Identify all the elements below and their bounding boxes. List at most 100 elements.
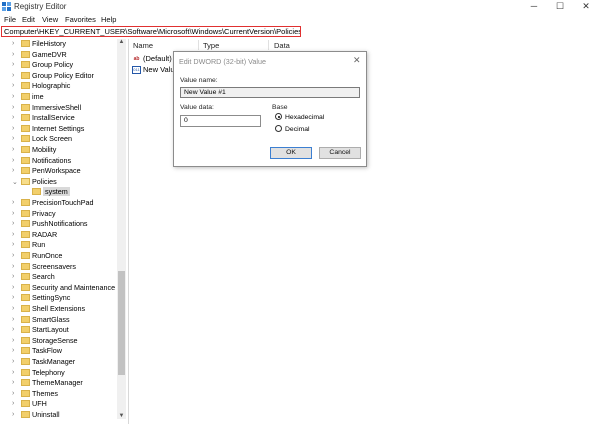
tree-item[interactable]: › ImmersiveShell — [0, 103, 116, 114]
tree-scrollbar[interactable]: ▲ ▼ — [117, 39, 126, 419]
chevron-right-icon[interactable]: › — [12, 146, 14, 153]
chevron-right-icon[interactable]: › — [12, 358, 14, 365]
tree-item[interactable]: › StartLayout — [0, 325, 116, 336]
chevron-right-icon[interactable]: › — [12, 263, 14, 270]
tree-item[interactable]: › Group Policy — [0, 60, 116, 71]
chevron-right-icon[interactable]: › — [12, 284, 14, 291]
chevron-right-icon[interactable]: › — [12, 135, 14, 142]
tree-item[interactable]: › Shell Extensions — [0, 304, 116, 315]
menu-edit[interactable]: Edit — [22, 15, 35, 24]
tree-item[interactable]: › PrecisionTouchPad — [0, 198, 116, 209]
cancel-button[interactable]: Cancel — [319, 147, 361, 159]
chevron-right-icon[interactable]: › — [12, 231, 14, 238]
tree-item[interactable]: › SmartGlass — [0, 315, 116, 326]
tree-item[interactable]: › Run — [0, 240, 116, 251]
tree-item[interactable]: › Screensavers — [0, 262, 116, 273]
scroll-thumb[interactable] — [118, 271, 125, 375]
tree-item[interactable]: › SettingSync — [0, 293, 116, 304]
value-data-input[interactable]: 0 — [180, 115, 261, 127]
chevron-right-icon[interactable]: › — [12, 326, 14, 333]
maximize-button[interactable]: ☐ — [548, 0, 572, 13]
chevron-right-icon[interactable]: › — [12, 400, 14, 407]
tree-item[interactable]: › Group Policy Editor — [0, 71, 116, 82]
tree-item[interactable]: › Uninstall — [0, 410, 116, 419]
menu-favorites[interactable]: Favorites — [65, 15, 96, 24]
chevron-right-icon[interactable]: › — [12, 40, 14, 47]
ok-button[interactable]: OK — [270, 147, 312, 159]
chevron-down-icon[interactable]: ⌄ — [12, 178, 18, 186]
chevron-right-icon[interactable]: › — [12, 220, 14, 227]
tree-item[interactable]: › InstallService — [0, 113, 116, 124]
close-button[interactable]: ✕ — [574, 0, 598, 13]
tree-item[interactable]: › Notifications — [0, 156, 116, 167]
chevron-right-icon[interactable]: › — [12, 82, 14, 89]
chevron-right-icon[interactable]: › — [12, 72, 14, 79]
tree-item[interactable]: › TaskManager — [0, 357, 116, 368]
tree-item[interactable]: › Internet Settings — [0, 124, 116, 135]
tree-item[interactable]: › RADAR — [0, 230, 116, 241]
tree-item[interactable]: › RunOnce — [0, 251, 116, 262]
tree-item[interactable]: › Privacy — [0, 209, 116, 220]
menu-view[interactable]: View — [42, 15, 58, 24]
tree-item[interactable]: › UFH — [0, 399, 116, 410]
chevron-right-icon[interactable]: › — [12, 379, 14, 386]
pane-splitter[interactable] — [128, 39, 129, 424]
tree-item[interactable]: system — [0, 187, 116, 198]
chevron-right-icon[interactable]: › — [12, 61, 14, 68]
chevron-right-icon[interactable]: › — [12, 167, 14, 174]
hexadecimal-radio[interactable]: Hexadecimal — [275, 113, 324, 123]
decimal-radio[interactable]: Decimal — [275, 125, 310, 135]
tree-item[interactable]: › Telephony — [0, 368, 116, 379]
menu-file[interactable]: File — [4, 15, 16, 24]
column-divider[interactable] — [268, 40, 269, 50]
chevron-right-icon[interactable]: › — [12, 347, 14, 354]
radio-checked-icon[interactable] — [275, 113, 282, 120]
chevron-right-icon[interactable]: › — [12, 337, 14, 344]
tree-item[interactable]: › TaskFlow — [0, 346, 116, 357]
tree-item[interactable]: › PushNotifications — [0, 219, 116, 230]
chevron-right-icon[interactable]: › — [12, 210, 14, 217]
address-bar[interactable]: Computer\HKEY_CURRENT_USER\Software\Micr… — [1, 26, 301, 37]
scroll-down-icon[interactable]: ▼ — [117, 413, 126, 419]
chevron-right-icon[interactable]: › — [12, 294, 14, 301]
chevron-right-icon[interactable]: › — [12, 199, 14, 206]
chevron-right-icon[interactable]: › — [12, 390, 14, 397]
chevron-right-icon[interactable]: › — [12, 273, 14, 280]
tree-item[interactable]: › ThemeManager — [0, 378, 116, 389]
tree-item[interactable]: › Themes — [0, 389, 116, 400]
tree-item[interactable]: › StorageSense — [0, 336, 116, 347]
scroll-up-icon[interactable]: ▲ — [117, 39, 126, 45]
chevron-right-icon[interactable]: › — [12, 411, 14, 418]
tree-item[interactable]: › GameDVR — [0, 50, 116, 61]
value-row[interactable]: ab (Default) — [132, 54, 172, 64]
column-header-data[interactable]: Data — [274, 41, 290, 50]
menu-help[interactable]: Help — [101, 15, 116, 24]
dialog-close-icon[interactable]: ✕ — [353, 55, 361, 66]
chevron-right-icon[interactable]: › — [12, 157, 14, 164]
column-divider[interactable] — [198, 40, 199, 50]
chevron-right-icon[interactable]: › — [12, 114, 14, 121]
chevron-right-icon[interactable]: › — [12, 369, 14, 376]
radio-unchecked-icon[interactable] — [275, 125, 282, 132]
tree-item[interactable]: › FileHistory — [0, 39, 116, 50]
tree-item[interactable]: › Security and Maintenance — [0, 283, 116, 294]
column-header-type[interactable]: Type — [203, 41, 219, 50]
chevron-right-icon[interactable]: › — [12, 104, 14, 111]
chevron-right-icon[interactable]: › — [12, 252, 14, 259]
tree-item[interactable]: › Holographic — [0, 81, 116, 92]
folder-icon — [21, 93, 30, 100]
chevron-right-icon[interactable]: › — [12, 51, 14, 58]
tree-item[interactable]: › ime — [0, 92, 116, 103]
tree-item[interactable]: › PenWorkspace — [0, 166, 116, 177]
column-header-name[interactable]: Name — [133, 41, 153, 50]
chevron-right-icon[interactable]: › — [12, 305, 14, 312]
tree-item[interactable]: › Lock Screen — [0, 134, 116, 145]
chevron-right-icon[interactable]: › — [12, 93, 14, 100]
chevron-right-icon[interactable]: › — [12, 316, 14, 323]
chevron-right-icon[interactable]: › — [12, 125, 14, 132]
tree-item[interactable]: ⌄ Policies — [0, 177, 116, 188]
minimize-button[interactable]: ─ — [522, 0, 546, 13]
chevron-right-icon[interactable]: › — [12, 241, 14, 248]
tree-item[interactable]: › Mobility — [0, 145, 116, 156]
tree-item[interactable]: › Search — [0, 272, 116, 283]
